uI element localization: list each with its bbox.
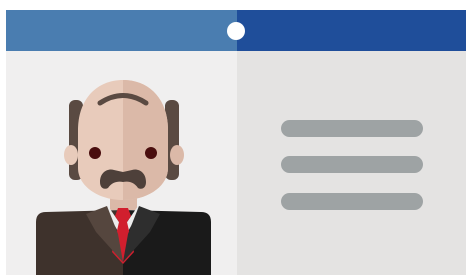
eye-right [145, 147, 157, 159]
text-line-1 [281, 120, 423, 137]
punch-hole-icon [227, 22, 245, 40]
text-lines [281, 120, 423, 210]
eye-left [89, 147, 101, 159]
id-card [0, 0, 466, 275]
ear-right [170, 145, 184, 165]
text-line-2 [281, 156, 423, 173]
ear-left [64, 145, 78, 165]
id-card-graphic [6, 10, 466, 275]
text-line-3 [281, 193, 423, 210]
card-header-left [6, 10, 237, 51]
card-header-right [237, 10, 466, 51]
